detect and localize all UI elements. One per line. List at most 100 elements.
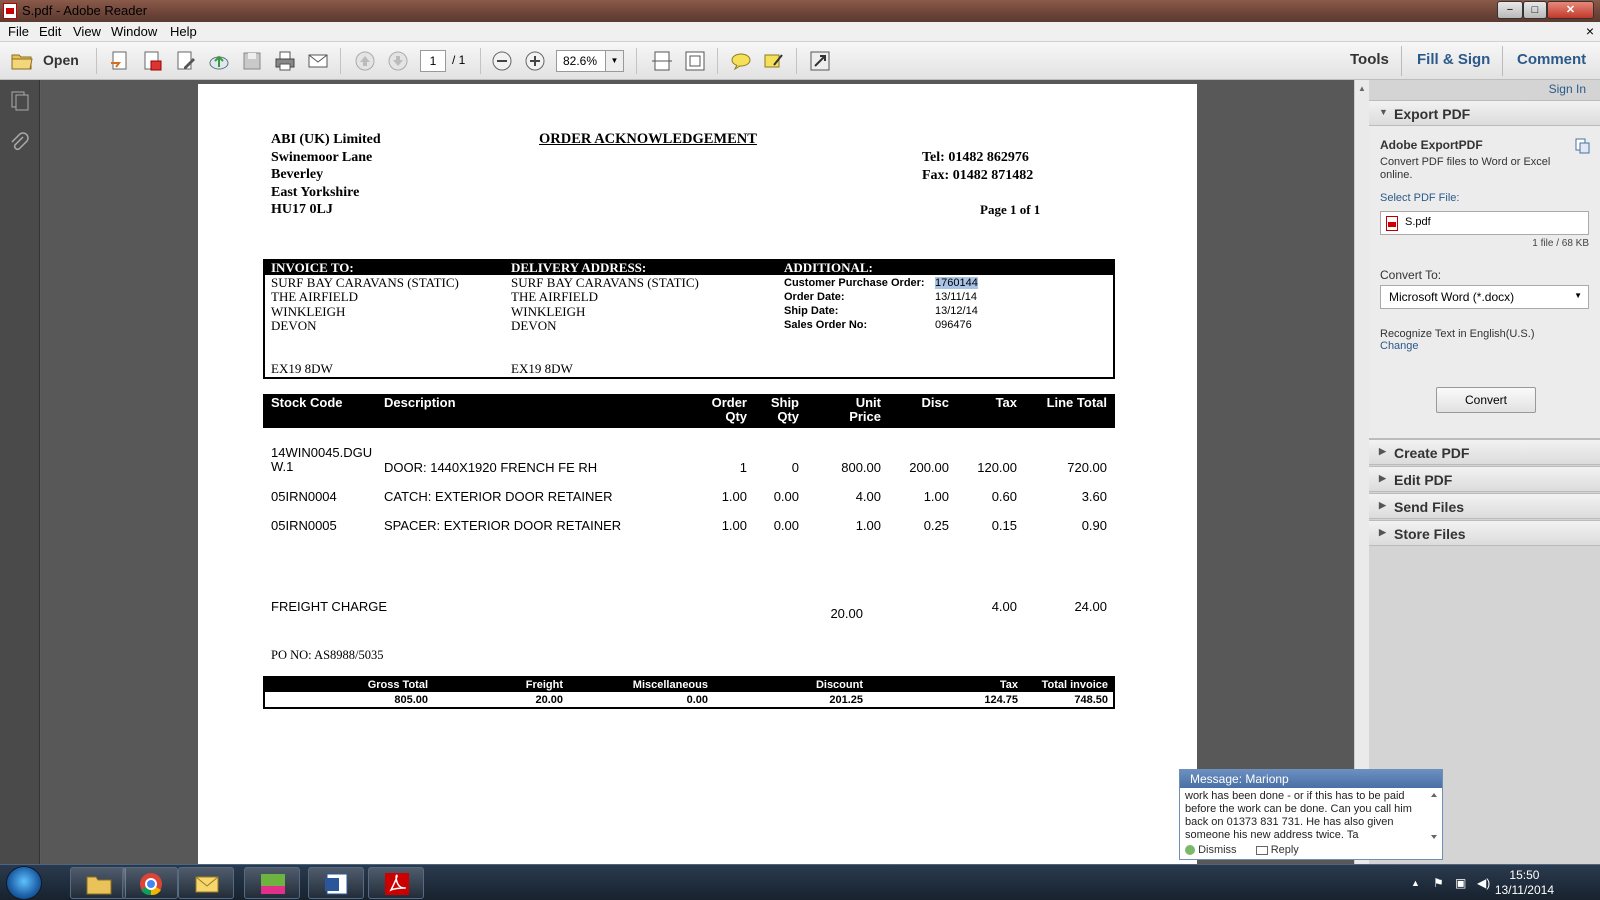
convert-format-select[interactable]: Microsoft Word (*.docx) ▼ <box>1380 285 1589 309</box>
start-button[interactable] <box>6 866 42 900</box>
ship-qty: 0 <box>791 460 799 475</box>
maximize-button[interactable]: □ <box>1523 1 1547 19</box>
attachments-icon[interactable] <box>9 132 31 154</box>
menu-window[interactable]: Window <box>111 24 157 39</box>
upload-cloud-icon[interactable] <box>207 49 231 73</box>
fit-width-icon[interactable] <box>650 49 674 73</box>
taskbar-adobe-reader[interactable] <box>368 867 424 899</box>
taskbar-word[interactable] <box>308 867 364 899</box>
tab-divider <box>1502 46 1503 76</box>
convert-format-value: Microsoft Word (*.docx) <box>1389 290 1515 304</box>
export-info-icon[interactable] <box>1575 138 1591 154</box>
tab-divider <box>1401 46 1402 76</box>
delivery-address-line: THE AIRFIELD <box>511 289 599 304</box>
fit-page-icon[interactable] <box>683 49 707 73</box>
telephone: Tel: 01482 862976 <box>922 150 1029 165</box>
scroll-up-icon[interactable]: ▲ <box>1358 84 1366 93</box>
zoom-level-input[interactable]: 82.6% <box>556 50 606 72</box>
send-files-section[interactable]: ▶ Send Files <box>1369 493 1600 519</box>
action-center-flag-icon[interactable]: ⚑ <box>1433 876 1444 890</box>
convert-button[interactable]: Convert <box>1436 387 1536 413</box>
unit-price: 1.00 <box>855 518 881 533</box>
dismiss-button[interactable]: Dismiss <box>1198 844 1237 856</box>
previous-page-icon[interactable] <box>353 49 377 73</box>
open-folder-icon[interactable] <box>10 49 34 73</box>
vertical-scrollbar[interactable]: ▲ <box>1354 80 1369 864</box>
ship-date-value: 13/12/14 <box>935 305 978 317</box>
zoom-in-icon[interactable] <box>523 49 547 73</box>
edit-pdf-section[interactable]: ▶ Edit PDF <box>1369 466 1600 492</box>
order-date-value: 13/11/14 <box>935 291 978 303</box>
sage-icon <box>259 872 287 896</box>
sign-in-link[interactable]: Sign In <box>1549 82 1586 96</box>
create-pdf-icon[interactable] <box>108 49 132 73</box>
menu-file[interactable]: File <box>8 24 29 39</box>
store-files-label: Store Files <box>1394 526 1466 542</box>
delivery-address-block: DELIVERY ADDRESS: SURF BAY CARAVANS (STA… <box>511 260 699 376</box>
invoice-to-line: SURF BAY CARAVANS (STATIC) <box>271 274 459 290</box>
save-icon[interactable] <box>240 49 264 73</box>
full-screen-icon[interactable] <box>808 49 832 73</box>
close-button[interactable]: ✕ <box>1547 1 1594 19</box>
order-qty: 1.00 <box>721 489 747 504</box>
create-pdf-section[interactable]: ▶ Create PDF <box>1369 439 1600 465</box>
print-icon[interactable] <box>273 49 297 73</box>
minimize-button[interactable]: − <box>1497 1 1523 19</box>
close-document-icon[interactable]: × <box>1586 23 1594 39</box>
store-files-section[interactable]: ▶ Store Files <box>1369 520 1600 546</box>
notification-scrollbar[interactable] <box>1428 790 1440 842</box>
col-unit-price: Unit Price <box>849 395 881 424</box>
notification-actions: Dismiss Reply <box>1185 844 1299 856</box>
document-viewer[interactable]: ABI (UK) Limited Swinemoor Lane Beverley… <box>41 80 1354 864</box>
taskbar-explorer[interactable] <box>70 867 126 899</box>
contact-numbers: Tel: 01482 862976 Fax: 01482 871482 <box>922 149 1033 184</box>
freight-tax: 4.00 <box>991 599 1017 614</box>
taskbar-chrome[interactable] <box>122 867 178 899</box>
tools-panel: Sign In ▼ Export PDF Adobe ExportPDF Con… <box>1369 80 1600 864</box>
additional-heading: ADDITIONAL: <box>784 260 873 275</box>
message-notification[interactable]: Message: Marionp work has been done - or… <box>1179 769 1443 860</box>
open-button-label[interactable]: Open <box>43 52 79 68</box>
export-pdf-header[interactable]: ▼ Export PDF <box>1369 100 1600 126</box>
freight-price: 20.00 <box>830 606 863 621</box>
system-clock[interactable]: 15:50 13/11/2014 <box>1495 868 1554 898</box>
change-language-link[interactable]: Change <box>1380 340 1419 352</box>
address-line: Swinemoor Lane <box>271 149 373 165</box>
address-postcode: HU17 0LJ <box>271 202 333 217</box>
tab-fill-and-sign[interactable]: Fill & Sign <box>1417 51 1490 68</box>
freight-row: FREIGHT CHARGE 20.00 4.00 24.00 <box>263 599 1115 629</box>
edit-pdf-icon[interactable] <box>174 49 198 73</box>
taskbar-mail[interactable] <box>178 867 234 899</box>
page-thumbnails-icon[interactable] <box>9 90 31 112</box>
show-hidden-icons-icon[interactable]: ▲ <box>1411 878 1420 888</box>
reply-button[interactable]: Reply <box>1271 844 1299 856</box>
discount: 0.25 <box>923 518 949 533</box>
line-total: 0.90 <box>1081 518 1107 533</box>
col-stock-code: Stock Code <box>271 395 343 410</box>
clock-time: 15:50 <box>1509 868 1540 882</box>
volume-icon[interactable]: ◀) <box>1477 876 1490 890</box>
taskbar-sage[interactable] <box>244 867 300 899</box>
menu-help[interactable]: Help <box>170 24 197 39</box>
convert-pdf-icon[interactable] <box>141 49 165 73</box>
convert-to-label: Convert To: <box>1380 268 1442 282</box>
email-icon[interactable] <box>306 49 330 73</box>
table-row: 05IRN0004 CATCH: EXTERIOR DOOR RETAINER … <box>263 489 1115 505</box>
highlight-icon[interactable] <box>762 49 786 73</box>
tab-comment[interactable]: Comment <box>1517 51 1586 68</box>
selected-file-field[interactable]: S.pdf <box>1380 211 1589 235</box>
navigation-pane <box>0 80 40 864</box>
zoom-out-icon[interactable] <box>490 49 514 73</box>
tab-tools[interactable]: Tools <box>1350 51 1389 68</box>
menu-view[interactable]: View <box>73 24 101 39</box>
network-icon[interactable]: ▣ <box>1455 876 1466 890</box>
menu-edit[interactable]: Edit <box>39 24 61 39</box>
comment-icon[interactable] <box>729 49 753 73</box>
stock-code: 05IRN0005 <box>271 518 337 533</box>
toolbar-divider <box>340 48 341 74</box>
next-page-icon[interactable] <box>386 49 410 73</box>
zoom-dropdown-icon[interactable]: ▼ <box>606 50 624 72</box>
create-pdf-label: Create PDF <box>1394 445 1470 461</box>
taskbar: ▲ ⚑ ▣ ◀) 15:50 13/11/2014 <box>0 864 1600 900</box>
page-number-input[interactable]: 1 <box>420 50 446 72</box>
